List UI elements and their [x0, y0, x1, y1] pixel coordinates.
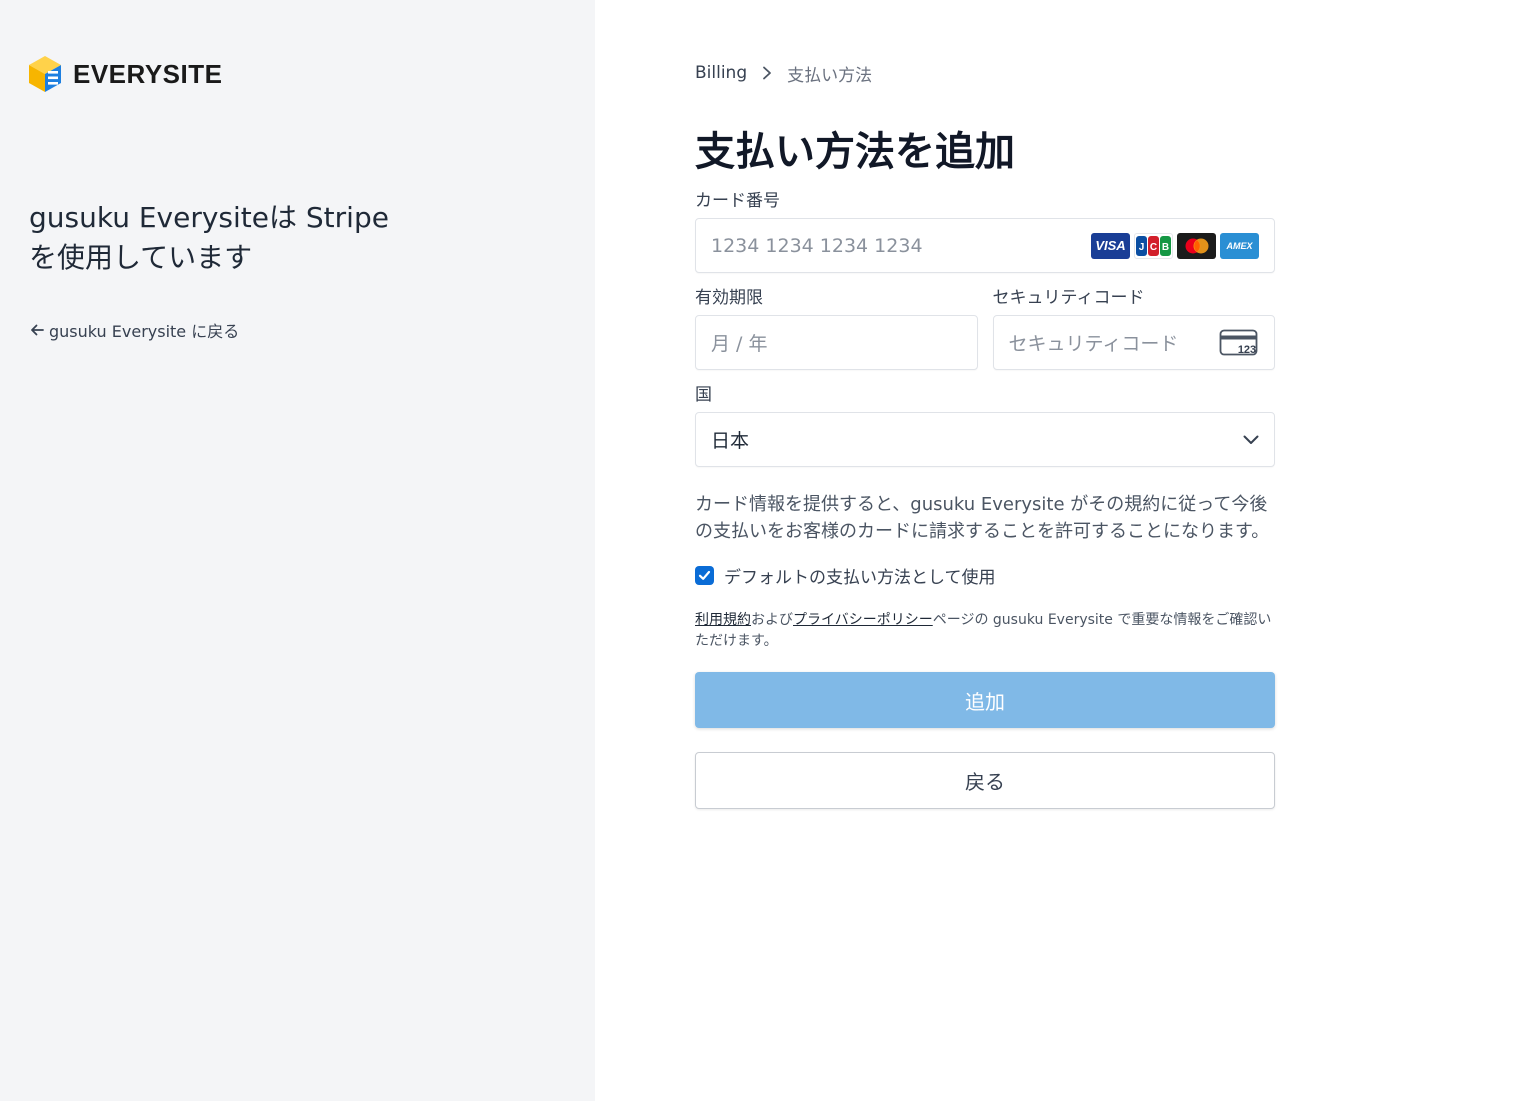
card-number-field[interactable]: 1234 1234 1234 1234 VISA J C B AMEX	[695, 218, 1275, 273]
expiry-cvc-row: 有効期限 月 / 年 セキュリティコード セキュリティコード 123	[695, 287, 1275, 370]
arrow-left-icon	[31, 324, 44, 336]
jcb-icon: J C B	[1134, 232, 1173, 259]
default-payment-label: デフォルトの支払い方法として使用	[724, 568, 996, 588]
consent-text: カード情報を提供すると、gusuku Everysite がその規約に従って今後…	[695, 494, 1270, 542]
everysite-logo-icon	[29, 56, 61, 92]
default-payment-row: デフォルトの支払い方法として使用	[695, 563, 1275, 588]
add-button[interactable]: 追加	[695, 672, 1275, 728]
card-number-label: カード番号	[695, 191, 780, 211]
back-link-label: gusuku Everysite に戻る	[49, 322, 240, 341]
svg-text:C: C	[1150, 242, 1157, 253]
default-payment-checkbox[interactable]	[695, 566, 714, 585]
cvc-field[interactable]: セキュリティコード 123	[992, 315, 1275, 370]
left-panel: EVERYSITE gusuku Everysiteは Stripe を使用して…	[0, 0, 595, 1101]
terms-link[interactable]: 利用規約	[695, 612, 751, 628]
privacy-policy-link[interactable]: プライバシーポリシー	[793, 612, 933, 628]
expiry-placeholder: 月 / 年	[711, 333, 768, 355]
breadcrumb-billing[interactable]: Billing	[695, 63, 747, 83]
page: EVERYSITE gusuku Everysiteは Stripe を使用して…	[0, 0, 1522, 1101]
checkmark-icon	[698, 570, 711, 580]
country-select[interactable]: 日本	[695, 412, 1275, 467]
svg-text:B: B	[1162, 242, 1169, 253]
cvc-card-icon: 123	[1219, 329, 1258, 356]
country-label: 国	[695, 385, 712, 405]
expiry-group: 有効期限 月 / 年	[695, 287, 978, 370]
svg-text:J: J	[1139, 242, 1145, 253]
chevron-down-icon	[1243, 435, 1259, 444]
breadcrumb-current: 支払い方法	[787, 65, 873, 86]
back-button[interactable]: 戻る	[695, 752, 1275, 809]
page-title: 支払い方法を追加	[695, 129, 1015, 175]
breadcrumb: Billing 支払い方法	[695, 60, 1275, 86]
card-number-placeholder: 1234 1234 1234 1234	[711, 234, 923, 257]
svg-text:123: 123	[1238, 344, 1256, 356]
back-to-everysite-link[interactable]: gusuku Everysite に戻る	[29, 318, 239, 342]
cvc-placeholder: セキュリティコード	[1008, 333, 1179, 355]
mastercard-icon	[1177, 232, 1216, 259]
logo-wordmark: EVERYSITE	[73, 58, 223, 89]
country-value: 日本	[711, 430, 750, 452]
stripe-tagline: gusuku Everysiteは Stripe を使用しています	[29, 201, 389, 274]
chevron-right-icon	[763, 66, 772, 80]
everysite-logo[interactable]: EVERYSITE	[29, 56, 222, 92]
cvc-label: セキュリティコード	[992, 288, 1145, 308]
terms-notice: 利用規約およびプライバシーポリシーページの gusuku Everysite で…	[695, 610, 1275, 652]
card-brands: VISA J C B AMEX	[1091, 232, 1259, 259]
payment-form-container: Billing 支払い方法 支払い方法を追加 カード番号 1234 1234 1…	[695, 60, 1275, 809]
visa-icon: VISA	[1091, 232, 1130, 259]
right-panel: Billing 支払い方法 支払い方法を追加 カード番号 1234 1234 1…	[595, 0, 1522, 1101]
amex-icon: AMEX	[1220, 232, 1259, 259]
expiry-label: 有効期限	[695, 288, 763, 308]
expiry-field[interactable]: 月 / 年	[695, 315, 978, 370]
terms-and: および	[751, 612, 793, 628]
cvc-group: セキュリティコード セキュリティコード 123	[992, 287, 1275, 370]
